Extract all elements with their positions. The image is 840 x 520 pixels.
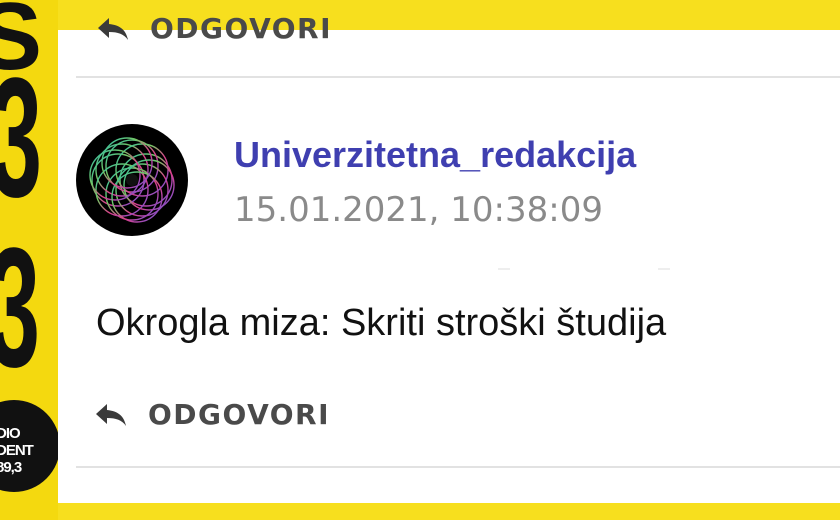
yellow-frame-bottom (0, 503, 840, 520)
avatar-graphic (89, 137, 175, 223)
spirograph-avatar-icon[interactable] (76, 124, 188, 236)
radio-student-logo: DIO DENT 89,3 (0, 400, 58, 492)
author-link[interactable]: Univerzitetna_redakcija (234, 134, 636, 176)
comment-timestamp: 15.01.2021, 10:38:09 (234, 190, 603, 230)
logo-text: DIO (0, 425, 21, 442)
logo-text: 89,3 (0, 459, 22, 476)
divider (76, 466, 840, 468)
comment-text: Okrogla miza: Skriti stroški študija (96, 302, 667, 344)
reply-button-previous[interactable]: ODGOVORI (96, 12, 332, 45)
faint-mark (658, 268, 670, 270)
comment-panel: ODGOVORI Univerzitetna_redakcija 15.01.2… (58, 12, 840, 503)
reply-arrow-icon (98, 17, 128, 40)
divider (76, 76, 840, 78)
faint-mark (498, 268, 510, 270)
reply-button[interactable]: ODGOVORI (94, 398, 330, 431)
poster-strip: Š 3 3 DIO DENT 89,3 (0, 0, 58, 520)
reply-label: ODGOVORI (148, 398, 331, 431)
reply-arrow-icon (96, 403, 126, 426)
poster-glyph: 3 (0, 210, 40, 406)
logo-text: DENT (0, 442, 34, 459)
poster-glyph: 3 (0, 40, 42, 236)
reply-label: ODGOVORI (150, 12, 333, 45)
